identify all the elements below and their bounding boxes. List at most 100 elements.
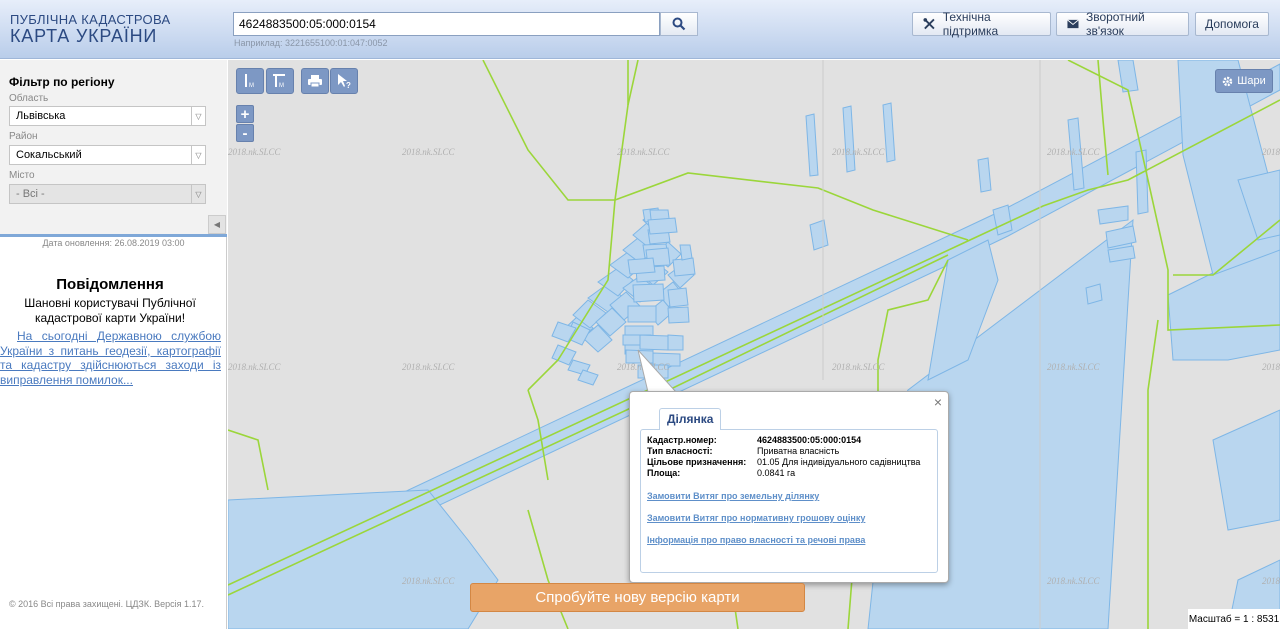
header: ПУБЛІЧНА КАДАСТРОВА КАРТА УКРАЇНИ Наприк…: [0, 0, 1280, 59]
divider: [0, 234, 227, 237]
watermark: 2018.nk.SLCC: [1047, 147, 1101, 157]
logo-line2: КАРТА УКРАЇНИ: [10, 26, 158, 46]
parcel: [842, 105, 856, 173]
order-extract-link[interactable]: Замовити Витяг про земельну ділянку: [647, 491, 819, 501]
watermark: 2018.nk.SLCC: [228, 147, 282, 157]
watermark: 2018.nk.SLCC: [402, 147, 456, 157]
watermark: 2018.nk.SLCC: [402, 362, 456, 372]
zoom-out-button[interactable]: -: [236, 124, 254, 142]
parcel-details: Кадастр.номер: 4624883500:05:000:0154 Ти…: [640, 429, 938, 573]
help-button[interactable]: Допомога: [1195, 12, 1269, 36]
svg-text:?: ?: [346, 81, 351, 89]
sidebar: Фільтр по регіону Область Львівська ▽ Ра…: [0, 60, 227, 629]
watermark: 2018.nk.SLCC: [832, 147, 886, 157]
parcel: [1135, 149, 1149, 215]
watermark: 2018.nk.SLCC: [1262, 576, 1280, 586]
boundary-line: [482, 60, 615, 201]
watermark: 2018.nk.SLCC: [1047, 362, 1101, 372]
filter-title: Фільтр по регіону: [9, 75, 115, 89]
parcel: [1085, 283, 1103, 305]
announcement-link[interactable]: На сьогодні Державною службою України з …: [0, 329, 221, 387]
help-label: Допомога: [1205, 17, 1259, 31]
region-filter: Фільтр по регіону Область Львівська ▽ Ра…: [0, 60, 227, 236]
logo-line1: ПУБЛІЧНА КАДАСТРОВА: [10, 12, 171, 27]
parcel: [679, 244, 693, 261]
parcel: [639, 334, 669, 351]
parcel: [882, 102, 896, 163]
print-button[interactable]: [301, 68, 329, 94]
detail-value: Приватна власність: [757, 446, 840, 456]
detail-value: 4624883500:05:000:0154: [757, 435, 862, 445]
svg-text:M: M: [249, 83, 254, 89]
detail-key: Площа:: [647, 468, 681, 478]
measure-distance-button[interactable]: M: [236, 68, 264, 94]
district-label: Район: [9, 131, 38, 142]
watermark: 2018.nk.SLCC: [228, 362, 282, 372]
detail-key: Тип власності:: [647, 446, 713, 456]
parcel-popup: × Ділянка Кадастр.номер: 4624883500:05:0…: [629, 391, 949, 583]
parcel: [627, 305, 657, 323]
ruler-icon: M: [245, 74, 254, 89]
feedback-label: Зворотний зв'язок: [1085, 10, 1145, 38]
region-value: Львівська: [16, 110, 66, 122]
identify-button[interactable]: ?: [330, 68, 358, 94]
announcement-subtitle: Шановні користувачі Публічної кадастрово…: [24, 296, 196, 325]
close-icon[interactable]: ×: [934, 394, 942, 410]
support-button[interactable]: Технічна підтримка: [912, 10, 1051, 38]
collapse-sidebar-button[interactable]: ◀: [208, 215, 226, 234]
parcel: [809, 219, 829, 251]
watermark: 2018.nk.SLCC: [402, 576, 456, 586]
parcel: [632, 283, 665, 303]
new-version-banner[interactable]: Спробуйте нову версію карти: [470, 583, 805, 612]
parcel: [647, 217, 678, 235]
measure-area-button[interactable]: M: [266, 68, 294, 94]
detail-value: 01.05 Для індивідуального садівництва: [757, 457, 921, 467]
city-value: - Всі -: [16, 188, 45, 200]
parcel: [228, 489, 499, 629]
watermark: 2018.nk.SLCC: [617, 147, 671, 157]
zoom-in-button[interactable]: +: [236, 105, 254, 123]
region-select[interactable]: Львівська ▽: [9, 106, 206, 126]
layers-label: Шари: [1237, 75, 1266, 87]
boundary-line: [1147, 319, 1159, 629]
feedback-button[interactable]: Зворотний зв'язок: [1056, 10, 1189, 38]
boundary-line: [228, 429, 269, 491]
parcel: [667, 287, 689, 308]
parcel: [627, 257, 656, 275]
envelope-icon: [1067, 19, 1079, 29]
city-select[interactable]: - Всі - ▽: [9, 184, 206, 204]
parcel: [1097, 205, 1129, 225]
tab-parcel[interactable]: Ділянка: [659, 408, 722, 430]
ownership-info-link[interactable]: Інформація про право власності та речові…: [647, 535, 865, 545]
chevron-down-icon: ▽: [191, 107, 205, 125]
chevron-down-icon: ▽: [191, 146, 205, 164]
chevron-down-icon: ▽: [191, 185, 205, 203]
watermark: 2018.nk.SLCC: [832, 362, 886, 372]
gear-icon: [1223, 76, 1233, 86]
watermark: 2018.nk.SLCC: [1262, 362, 1280, 372]
area-ruler-icon: M: [273, 74, 285, 89]
search-icon: [672, 17, 686, 31]
search-hint: Наприклад: 3221655100:01:047:0052: [234, 38, 388, 48]
detail-value: 0.0841 га: [757, 468, 796, 478]
update-date: Дата оновлення: 26.08.2019 03:00: [42, 238, 185, 248]
svg-text:M: M: [279, 83, 284, 89]
search-input[interactable]: [233, 12, 660, 36]
parcel: [805, 113, 819, 177]
region-label: Область: [9, 93, 49, 104]
map-view[interactable]: 2018.nk.SLCC 2018.nk.SLCC 2018.nk.SLCC 2…: [228, 60, 1280, 629]
parcel: [672, 257, 696, 277]
detail-key: Кадастр.номер:: [647, 435, 717, 445]
parcel: [667, 334, 684, 351]
city-label: Місто: [9, 170, 35, 181]
layers-button[interactable]: Шари: [1215, 69, 1273, 93]
order-valuation-link[interactable]: Замовити Витяг про нормативну грошову оц…: [647, 513, 865, 523]
search-button[interactable]: [660, 12, 698, 36]
district-select[interactable]: Сокальський ▽: [9, 145, 206, 165]
parcel: [977, 157, 992, 193]
detail-key: Цільове призначення:: [647, 457, 747, 467]
district-value: Сокальський: [16, 149, 82, 161]
site-logo[interactable]: ПУБЛІЧНА КАДАСТРОВА КАРТА УКРАЇНИ: [10, 13, 170, 45]
parcel: [667, 306, 690, 324]
watermark: 2018.nk.SLCC: [1262, 147, 1280, 157]
